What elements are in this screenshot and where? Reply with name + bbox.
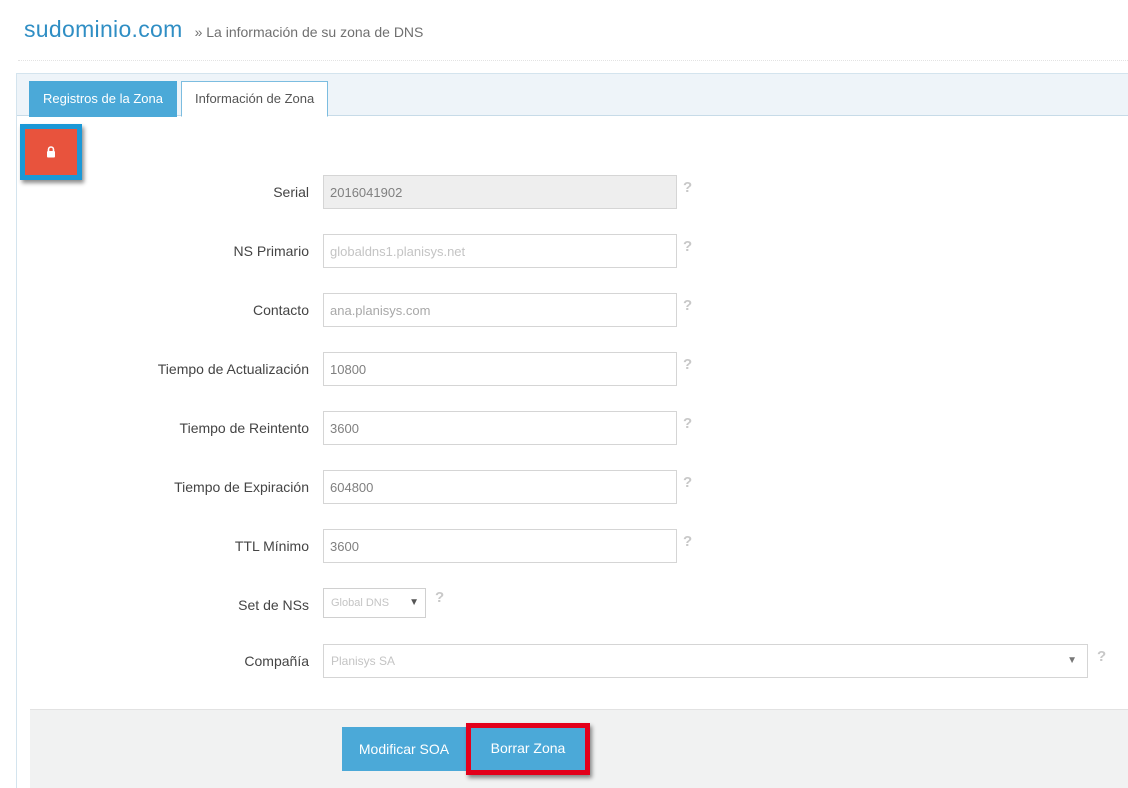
tiempo-actualizacion-help-icon[interactable]: ?: [683, 356, 692, 373]
caret-down-icon: ▼: [1067, 655, 1077, 666]
ns-primario-field[interactable]: [323, 234, 677, 268]
tiempo-expiracion-label: Tiempo de Expiración: [174, 479, 309, 495]
ttl-minimo-label: TTL Mínimo: [234, 538, 309, 554]
compania-label: Compañía: [244, 653, 309, 669]
ttl-minimo-row: TTL Mínimo ?: [17, 529, 717, 563]
set-ns-row: Set de NSs Global DNS ▼ ?: [17, 588, 717, 622]
ns-primario-row: NS Primario ?: [17, 234, 717, 268]
caret-down-icon: ▼: [409, 597, 419, 608]
header-divider: [18, 60, 1128, 61]
set-ns-help-icon[interactable]: ?: [435, 589, 444, 606]
breadcrumb: » La información de su zona de DNS: [194, 24, 424, 40]
contacto-label: Contacto: [252, 302, 309, 318]
page-title: sudominio.com: [24, 16, 183, 42]
tab-registros-de-la-zona[interactable]: Registros de la Zona: [29, 81, 177, 117]
page-header: sudominio.com » La información de su zon…: [24, 16, 423, 43]
lock-icon: [47, 146, 55, 158]
tab-informacion-de-zona[interactable]: Información de Zona: [181, 81, 329, 117]
serial-help-icon[interactable]: ?: [683, 179, 692, 196]
contacto-field[interactable]: [323, 293, 677, 327]
ns-primario-label: NS Primario: [233, 243, 309, 259]
contacto-row: Contacto ?: [17, 293, 717, 327]
contacto-help-icon[interactable]: ?: [683, 297, 692, 314]
compania-help-icon[interactable]: ?: [1097, 648, 1106, 665]
compania-select[interactable]: Planisys SA ▼: [323, 644, 1088, 678]
set-ns-label: Set de NSs: [238, 597, 309, 613]
tiempo-expiracion-field[interactable]: [323, 470, 677, 504]
ttl-minimo-help-icon[interactable]: ?: [683, 533, 692, 550]
tiempo-expiracion-help-icon[interactable]: ?: [683, 474, 692, 491]
tiempo-actualizacion-field[interactable]: [323, 352, 677, 386]
borrar-zona-button[interactable]: Borrar Zona: [466, 723, 590, 775]
tiempo-actualizacion-label: Tiempo de Actualización: [157, 361, 309, 377]
serial-row: Serial ?: [17, 175, 717, 209]
serial-field[interactable]: [323, 175, 677, 209]
tiempo-reintento-field[interactable]: [323, 411, 677, 445]
ttl-minimo-field[interactable]: [323, 529, 677, 563]
zone-panel: Registros de la Zona Información de Zona…: [16, 73, 1128, 788]
ns-primario-help-icon[interactable]: ?: [683, 238, 692, 255]
tiempo-reintento-help-icon[interactable]: ?: [683, 415, 692, 432]
compania-row: Compañía Planisys SA ▼ ?: [17, 644, 1117, 678]
compania-value: Planisys SA: [331, 654, 396, 668]
set-ns-select[interactable]: Global DNS ▼: [323, 588, 426, 618]
serial-label: Serial: [273, 184, 309, 200]
tiempo-expiracion-row: Tiempo de Expiración ?: [17, 470, 717, 504]
modificar-soa-button[interactable]: Modificar SOA: [342, 727, 466, 771]
tab-bar: Registros de la Zona Información de Zona: [17, 74, 1128, 117]
tiempo-reintento-label: Tiempo de Reintento: [179, 420, 309, 436]
set-ns-value: Global DNS: [331, 597, 390, 609]
tiempo-actualizacion-row: Tiempo de Actualización ?: [17, 352, 717, 386]
tiempo-reintento-row: Tiempo de Reintento ?: [17, 411, 717, 445]
lock-button[interactable]: [20, 124, 82, 180]
form-actions-bar: Modificar SOA Borrar Zona: [30, 709, 1128, 788]
